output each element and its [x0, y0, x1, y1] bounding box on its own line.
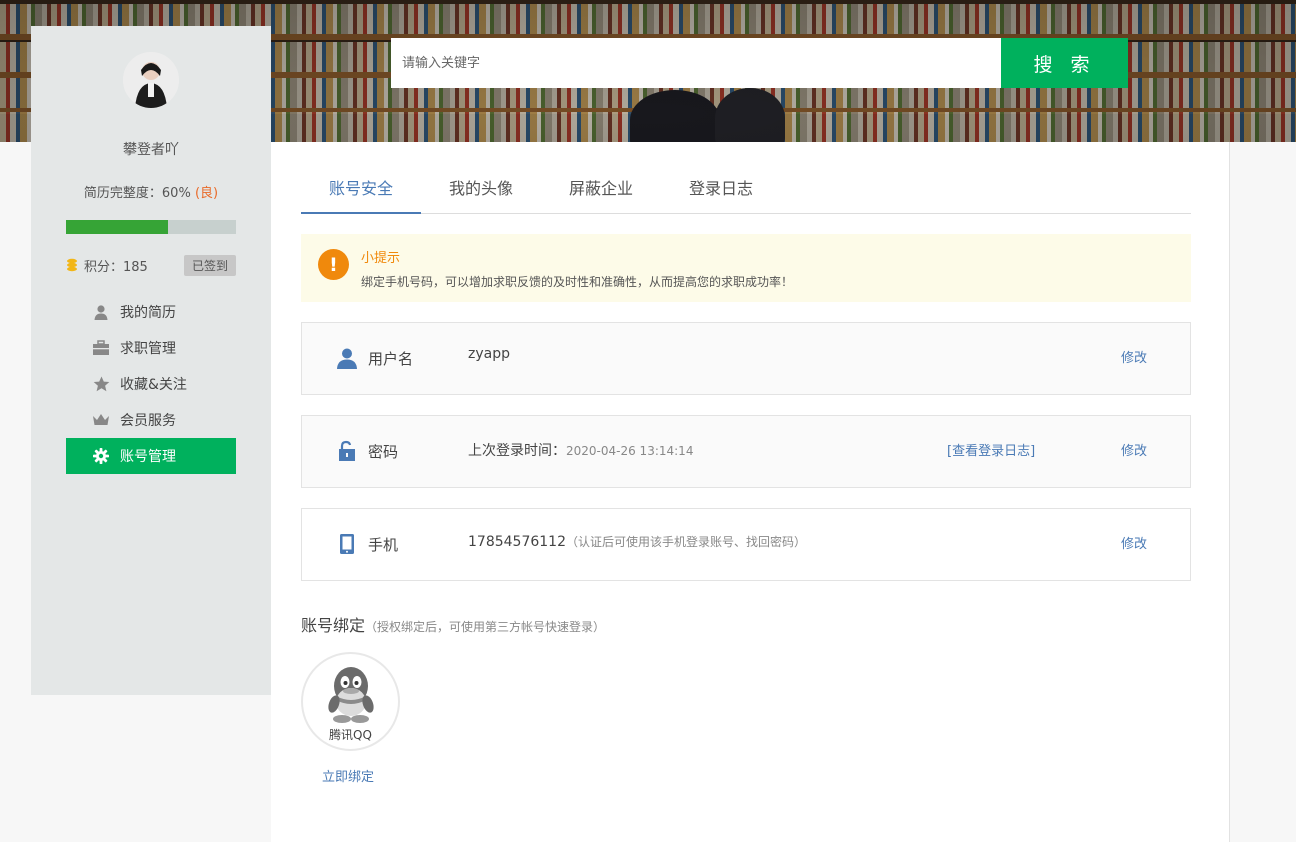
unlock-icon — [336, 440, 358, 462]
progress-fill — [66, 220, 168, 234]
warning-icon: ! — [318, 249, 349, 280]
sidebar-item-job-management[interactable]: 求职管理 — [66, 330, 236, 366]
password-row: 密码 上次登录时间：2020-04-26 13:14:14 [查看登录日志] 修… — [301, 415, 1191, 488]
username-label: 用户名 — [368, 350, 414, 368]
phone-label: 手机 — [368, 536, 399, 554]
account-binding-title: 账号绑定（授权绑定后，可使用第三方帐号快速登录） — [301, 612, 605, 636]
last-login-time: 2020-04-26 13:14:14 — [566, 444, 694, 458]
search-input[interactable] — [391, 38, 1002, 88]
sidebar-item-label: 账号管理 — [120, 449, 176, 465]
last-login-label: 上次登录时间： — [468, 443, 566, 459]
modify-phone-link[interactable]: 修改 — [1121, 533, 1147, 552]
crown-icon — [92, 411, 110, 429]
completeness-grade: (良) — [194, 186, 219, 201]
tab-my-avatar[interactable]: 我的头像 — [421, 165, 541, 213]
user-icon — [92, 303, 110, 321]
gear-icon — [92, 447, 110, 465]
modify-password-link[interactable]: 修改 — [1121, 440, 1147, 459]
phone-row: 手机 17854576112（认证后可使用该手机登录账号、找回密码） 修改 — [301, 508, 1191, 581]
view-login-log-link[interactable]: [查看登录日志] — [947, 440, 1035, 459]
tab-account-security[interactable]: 账号安全 — [301, 165, 421, 214]
star-icon — [92, 375, 110, 393]
sidebar-item-resume[interactable]: 我的简历 — [66, 294, 236, 330]
tip-title: 小提示 — [361, 251, 401, 266]
signed-badge[interactable]: 已签到 — [183, 254, 236, 276]
points-label: 积分：185 — [84, 259, 148, 275]
tip-text: 绑定手机号码，可以增加求职反馈的及时性和准确性，从而提高您的求职成功率！ — [361, 275, 794, 289]
sidebar-item-label: 收藏&关注 — [120, 377, 187, 393]
tab-login-log[interactable]: 登录日志 — [661, 165, 781, 213]
mobile-phone-icon — [336, 533, 358, 555]
qq-label: 腾讯QQ — [329, 728, 372, 742]
sidebar-menu: 我的简历 求职管理 收藏&关注 会员服务 账号管理 — [66, 294, 236, 474]
last-login: 上次登录时间：2020-04-26 13:14:14 — [468, 440, 693, 460]
resume-completeness: 简历完整度：60% (良) — [31, 182, 271, 201]
username-row: 用户名 zyapp 修改 — [301, 322, 1191, 395]
username-value: zyapp — [468, 346, 510, 362]
binding-title-text: 账号绑定 — [301, 616, 366, 635]
completeness-text: 简历完整度：60% — [83, 186, 195, 201]
phone-note: （认证后可使用该手机登录账号、找回密码） — [565, 535, 806, 549]
tab-bar: 账号安全 我的头像 屏蔽企业 登录日志 — [301, 165, 1191, 214]
phone-value: 17854576112（认证后可使用该手机登录账号、找回密码） — [468, 533, 806, 550]
user-icon — [336, 347, 358, 369]
coins-icon — [66, 258, 78, 272]
avatar[interactable] — [123, 52, 179, 108]
qq-binding-card[interactable]: 腾讯QQ — [301, 652, 400, 751]
tip-box: ! 小提示 绑定手机号码，可以增加求职反馈的及时性和准确性，从而提高您的求职成功… — [301, 234, 1191, 302]
binding-subtitle: （授权绑定后，可使用第三方帐号快速登录） — [365, 620, 606, 634]
tab-blocked-companies[interactable]: 屏蔽企业 — [541, 165, 661, 213]
briefcase-icon — [92, 339, 110, 357]
sidebar-item-label: 求职管理 — [120, 341, 176, 357]
phone-number: 17854576112 — [468, 534, 566, 550]
sidebar-item-label: 我的简历 — [120, 305, 176, 321]
completeness-progress-bar — [66, 220, 236, 234]
password-label: 密码 — [368, 443, 399, 461]
sidebar-item-favorites[interactable]: 收藏&关注 — [66, 366, 236, 402]
sidebar-item-label: 会员服务 — [120, 413, 176, 429]
modify-username-link[interactable]: 修改 — [1121, 347, 1147, 366]
search-button[interactable]: 搜 索 — [1001, 38, 1128, 88]
sidebar-item-account-management[interactable]: 账号管理 — [66, 438, 236, 474]
sidebar: 攀登者吖 简历完整度：60% (良) 积分：185 已签到 我的简历 求职管理 … — [31, 26, 271, 695]
qq-penguin-icon — [324, 664, 378, 724]
sidebar-item-membership[interactable]: 会员服务 — [66, 402, 236, 438]
bind-now-link[interactable]: 立即绑定 — [322, 766, 374, 785]
username: 攀登者吖 — [123, 142, 179, 158]
main-panel: 账号安全 我的头像 屏蔽企业 登录日志 ! 小提示 绑定手机号码，可以增加求职反… — [271, 142, 1230, 842]
points-row: 积分：185 已签到 — [66, 254, 236, 276]
